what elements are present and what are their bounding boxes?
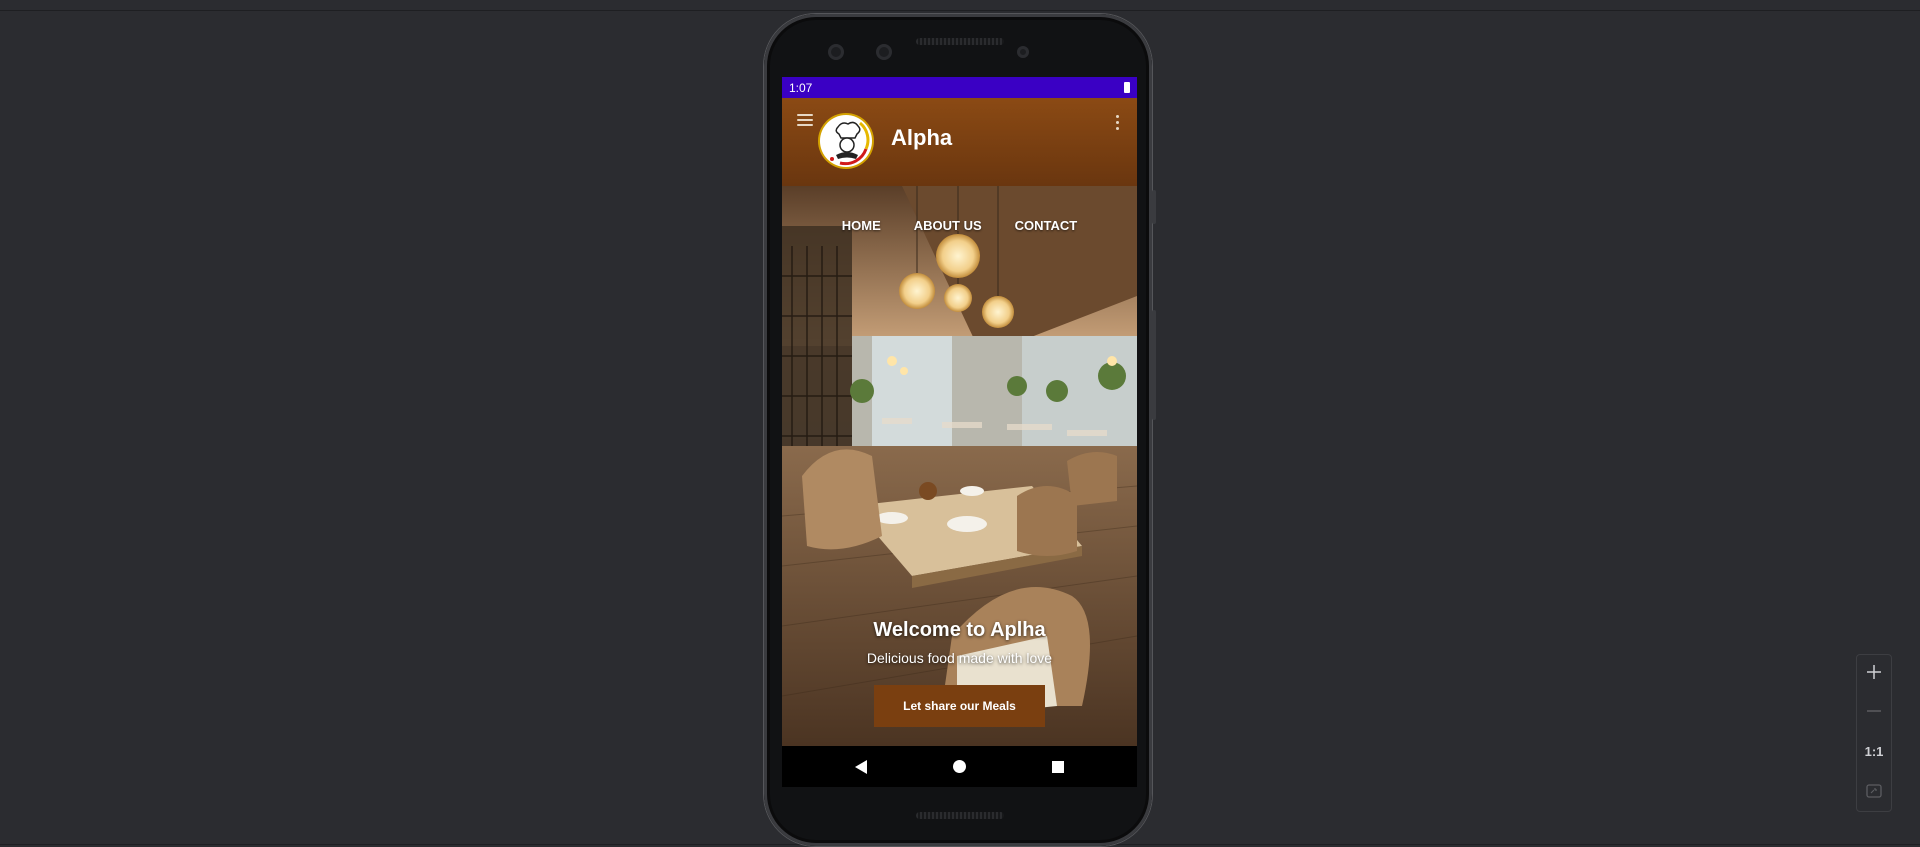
earpiece-speaker (916, 38, 1004, 45)
fit-screen-icon[interactable] (1857, 774, 1891, 808)
device-screen: 1:07 Alpha HOME ABOUT US CONTACT Welcome… (782, 77, 1137, 787)
app-bar: Alpha (782, 98, 1137, 186)
chef-logo (820, 115, 872, 167)
back-triangle-icon[interactable] (849, 755, 873, 779)
nav-link-about-us[interactable]: ABOUT US (914, 218, 982, 233)
power-button (1152, 190, 1156, 224)
actual-size-button[interactable]: 1:1 (1857, 734, 1891, 768)
android-nav-bar (782, 746, 1137, 787)
status-time: 1:07 (789, 80, 813, 95)
recents-square-icon[interactable] (1046, 755, 1070, 779)
zoom-toolbar: 1:1 (1856, 654, 1892, 812)
app-title: Alpha (891, 125, 953, 150)
hero-subtitle: Delicious food made with love (866, 650, 1053, 666)
nav-link-home[interactable]: HOME (842, 218, 881, 233)
status-bar: 1:07 (782, 77, 1137, 98)
window-top-divider (0, 10, 1920, 11)
hero-title: Welcome to Aplha (873, 619, 1046, 641)
share-meals-button[interactable]: Let share our Meals (874, 685, 1045, 727)
volume-rocker (1152, 310, 1156, 420)
nav-link-contact[interactable]: CONTACT (1015, 218, 1078, 233)
plus-icon[interactable] (1857, 655, 1891, 689)
hero-section: HOME ABOUT US CONTACT Welcome to Aplha D… (782, 186, 1137, 746)
battery-icon (1124, 82, 1130, 93)
minus-icon[interactable] (1857, 694, 1891, 728)
front-sensor-left (828, 44, 844, 60)
more-vert-icon[interactable] (1114, 115, 1120, 131)
front-camera (876, 44, 892, 60)
bottom-speaker (916, 812, 1004, 819)
home-circle-icon[interactable] (947, 755, 971, 779)
hamburger-icon[interactable] (797, 114, 813, 126)
hero-nav: HOME ABOUT US CONTACT (782, 218, 1137, 233)
proximity-sensor (1017, 46, 1029, 58)
